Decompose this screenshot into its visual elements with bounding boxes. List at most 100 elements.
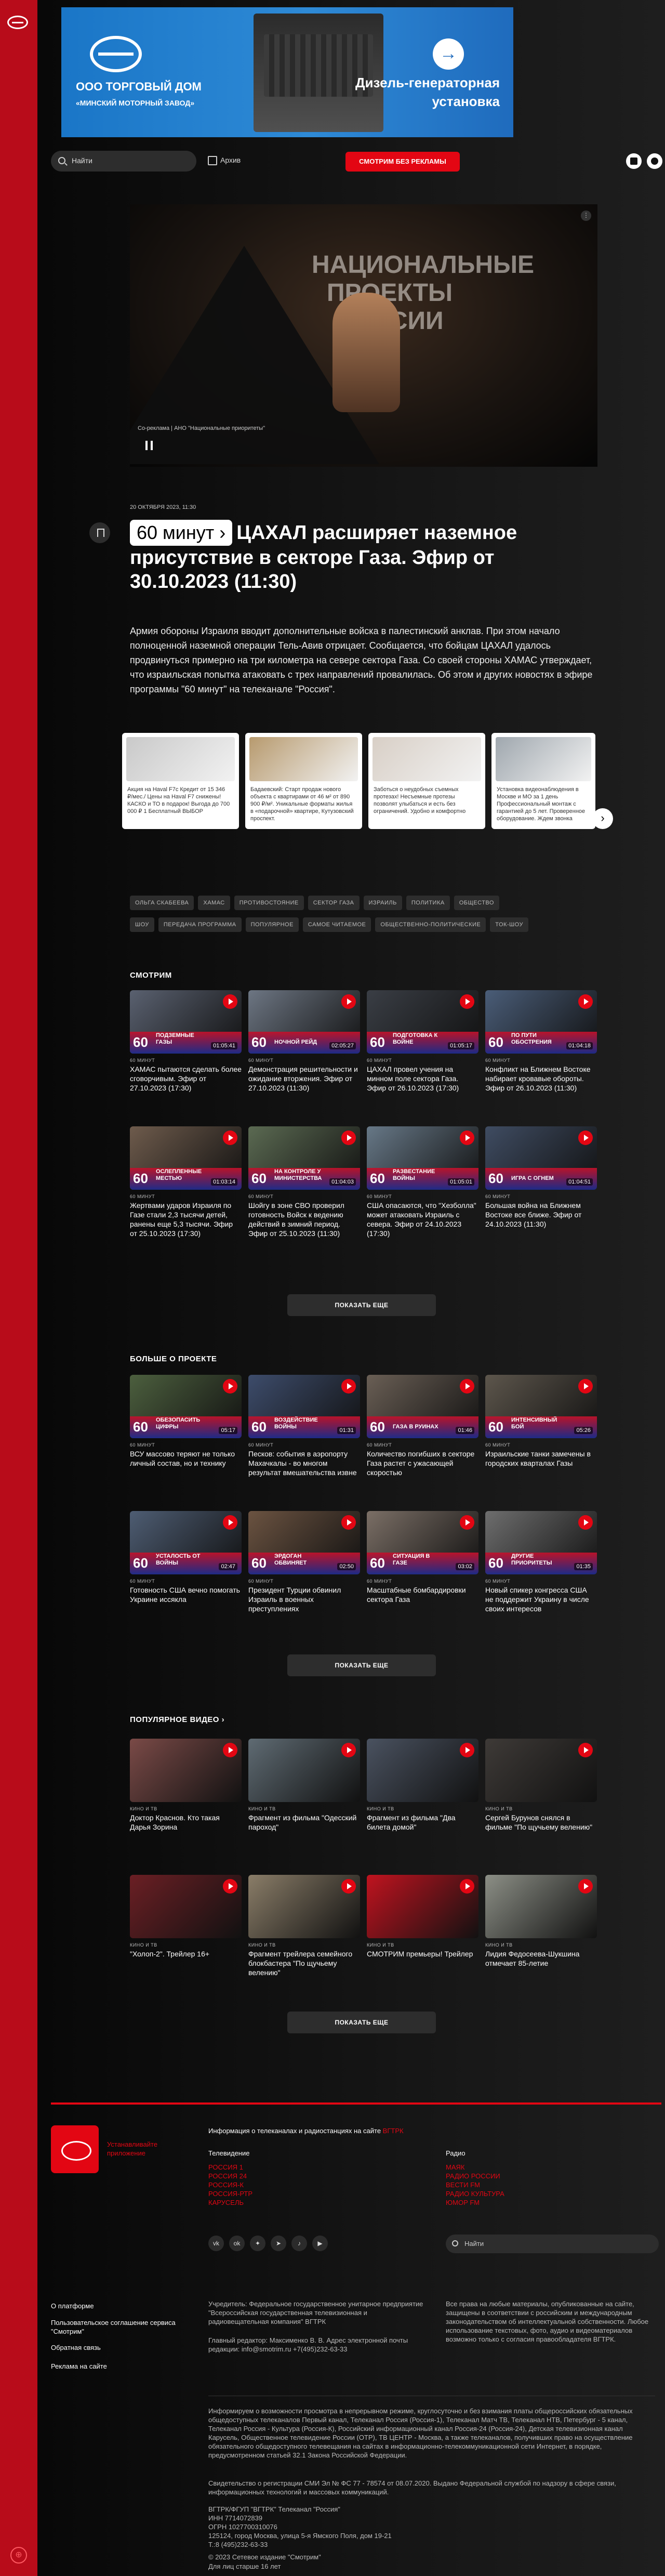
play-icon[interactable] [578, 1379, 593, 1394]
section-title-popular[interactable]: ПОПУЛЯРНОЕ ВИДЕО › [130, 1715, 224, 1724]
play-icon[interactable] [223, 1515, 237, 1530]
archive-link[interactable]: Архив [208, 156, 241, 165]
video-thumbnail[interactable] [485, 1739, 597, 1802]
search-input[interactable]: Найти [51, 151, 196, 172]
video-thumbnail[interactable]: 60 ИГРА С ОГНЕМ 01:04:51 [485, 1126, 597, 1190]
video-card[interactable]: КИНО И ТВ СМОТРИМ премьеры! Трейлер [367, 1875, 478, 1959]
ad-card[interactable]: Установка видеонаблюдения в Москве и МО … [491, 733, 595, 829]
play-icon[interactable] [341, 1515, 356, 1530]
video-card[interactable]: КИНО И ТВ Доктор Краснов. Кто такая Дарья… [130, 1739, 242, 1832]
play-icon[interactable] [460, 1743, 474, 1757]
ad-banner[interactable]: ООО ТОРГОВЫЙ ДОМ «МИНСКИЙ МОТОРНЫЙ ЗАВОД… [61, 7, 513, 137]
footer-nav-link[interactable]: Пользовательское соглашение сервиса "Смо… [51, 2318, 176, 2336]
video-thumbnail[interactable]: 60 РАЗВЕСТАНИЕ ВОЙНЫ 01:05:01 [367, 1126, 478, 1190]
program-badge[interactable]: 60 минут › [130, 520, 233, 546]
tag[interactable]: САМОЕ ЧИТАЕМОЕ [302, 917, 371, 932]
tv-link[interactable]: КАРУСЕЛЬ [208, 2198, 312, 2207]
video-title[interactable]: Большая война на Ближнем Востоке все бли… [485, 1201, 597, 1229]
video-title[interactable]: Фрагмент из фильма "Два билета домой" [367, 1813, 478, 1832]
dzen-icon[interactable]: ✦ [250, 2236, 265, 2251]
video-card[interactable]: 60 РАЗВЕСТАНИЕ ВОЙНЫ 01:05:01 60 МИНУТ США о… [367, 1126, 478, 1238]
play-icon[interactable] [223, 1131, 237, 1145]
video-thumbnail[interactable] [248, 1875, 360, 1938]
video-thumbnail[interactable]: 60 УСТАЛОСТЬ ОТ ВОЙНЫ 02:47 [130, 1511, 242, 1574]
video-card[interactable]: КИНО И ТВ "Холоп-2". Трейлер 16+ [130, 1875, 242, 1959]
video-title[interactable]: Жертвами ударов Израиля по Газе стали 2,… [130, 1201, 242, 1238]
video-thumbnail[interactable]: 60 ПО ПУТИ ОБОСТРЕНИЯ 01:04:18 [485, 990, 597, 1054]
video-title[interactable]: Сергей Бурунов снялся в фильме "По щучье… [485, 1813, 597, 1832]
telegram-icon[interactable]: ➤ [271, 2236, 286, 2251]
ad-card[interactable]: Акция на Haval F7с Кредит от 15 346 ₽/ме… [122, 733, 239, 829]
bookmarks-button[interactable] [626, 153, 642, 169]
video-card[interactable]: 60 НА КОНТРОЛЕ У МИНИСТЕРСТВА 01:04:03 60 М… [248, 1126, 360, 1238]
carousel-next-icon[interactable]: › [592, 808, 613, 829]
video-title[interactable]: США опасаются, что "Хезболла" может атак… [367, 1201, 478, 1238]
video-title[interactable]: Лидия Федосеева-Шукшина отмечает 85-лети… [485, 1949, 597, 1968]
video-card[interactable]: КИНО И ТВ Лидия Федосеева-Шукшина отмечае… [485, 1875, 597, 1968]
video-card[interactable]: 60 ГАЗА В РУИНАХ 01:46 60 МИНУТ Количество п… [367, 1375, 478, 1477]
play-icon[interactable] [223, 994, 237, 1009]
tag[interactable]: ПОЛИТИКА [406, 896, 450, 910]
footer-nav-link[interactable]: Реклама на сайте [51, 2360, 176, 2373]
video-card[interactable]: 60 ИНТЕНСИВНЫЙ БОЙ 05:26 60 МИНУТ Израильски… [485, 1375, 597, 1468]
tv-link[interactable]: РОССИЯ-К [208, 2180, 312, 2189]
play-icon[interactable] [223, 1743, 237, 1757]
video-card[interactable]: 60 НОЧНОЙ РЕЙД 02:05:27 60 МИНУТ Демонстраци… [248, 990, 360, 1093]
play-icon[interactable] [578, 1515, 593, 1530]
show-more-button[interactable]: ПОКАЗАТЬ ЕЩЕ [287, 2012, 436, 2033]
video-thumbnail[interactable]: 60 ЭРДОГАН ОБВИНЯЕТ 02:50 [248, 1511, 360, 1574]
video-player[interactable]: НАЦИОНАЛЬНЫЕ ПРОЕКТЫ РОССИИ ⋮ Со-реклама… [130, 204, 597, 467]
video-card[interactable]: КИНО И ТВ Фрагмент из фильма "Одесский па… [248, 1739, 360, 1832]
app-promo[interactable]: Устанавливайте приложение [107, 2140, 185, 2158]
video-thumbnail[interactable]: 60 ОСЛЕПЛЕННЫЕ МЕСТЬЮ 01:03:14 [130, 1126, 242, 1190]
video-title[interactable]: Шойгу в зоне СВО проверил готовность Вой… [248, 1201, 360, 1238]
video-title[interactable]: ЦАХАЛ провел учения на минном поле секто… [367, 1064, 478, 1093]
tag[interactable]: ПРОТИВОСТОЯНИЕ [234, 896, 304, 910]
show-more-button[interactable]: ПОКАЗАТЬ ЕЩЕ [287, 1294, 436, 1316]
tag[interactable]: ОБЩЕСТВЕННО-ПОЛИТИЧЕСКИЕ [375, 917, 486, 932]
video-title[interactable]: Демонстрация решительности и ожидание вт… [248, 1064, 360, 1093]
video-card[interactable]: 60 ДРУГИЕ ПРИОРИТЕТЫ 01:35 60 МИНУТ Новый сп… [485, 1511, 597, 1613]
tag[interactable]: ОЛЬГА СКАБЕЕВА [130, 896, 194, 910]
video-thumbnail[interactable] [248, 1739, 360, 1802]
tag[interactable]: ИЗРАИЛЬ [363, 896, 402, 910]
video-title[interactable]: Новый спикер конгресса США не поддержит … [485, 1585, 597, 1613]
play-icon[interactable] [341, 1379, 356, 1394]
video-title[interactable]: Фрагмент из фильма "Одесский пароход" [248, 1813, 360, 1832]
play-icon[interactable] [341, 1743, 356, 1757]
footer-search-input[interactable]: Найти [446, 2235, 659, 2253]
youtube-icon[interactable]: ▶ [312, 2236, 328, 2251]
video-title[interactable]: Количество погибших в секторе Газа расте… [367, 1449, 478, 1477]
tag[interactable]: СЕКТОР ГАЗА [308, 896, 360, 910]
footer-nav-link[interactable]: Обратная связь [51, 2341, 176, 2355]
video-thumbnail[interactable]: 60 ГАЗА В РУИНАХ 01:46 [367, 1375, 478, 1438]
tv-link[interactable]: РОССИЯ 24 [208, 2172, 312, 2180]
video-card[interactable]: 60 ПО ПУТИ ОБОСТРЕНИЯ 01:04:18 60 МИНУТ Конф… [485, 990, 597, 1093]
video-thumbnail[interactable]: 60 ПОДГОТОВКА К ВОЙНЕ 01:05:17 [367, 990, 478, 1054]
pause-icon[interactable] [145, 441, 153, 450]
video-card[interactable]: 60 УСТАЛОСТЬ ОТ ВОЙНЫ 02:47 60 МИНУТ Готовно… [130, 1511, 242, 1604]
more-icon[interactable]: ⋮ [581, 211, 591, 221]
tag[interactable]: ПЕРЕДАЧА ПРОГРАММА [158, 917, 242, 932]
video-title[interactable]: Готовность США вечно помогать Украине ис… [130, 1585, 242, 1604]
bookmark-button[interactable] [89, 522, 110, 543]
ad-card[interactable]: Заботься о неудобных съемных протезах! Н… [368, 733, 485, 829]
video-card[interactable]: 60 ОСЛЕПЛЕННЫЕ МЕСТЬЮ 01:03:14 60 МИНУТ Жерт… [130, 1126, 242, 1238]
ok-icon[interactable]: ok [229, 2236, 245, 2251]
radio-link[interactable]: РАДИО КУЛЬТУРА [446, 2189, 550, 2198]
play-icon[interactable] [578, 1879, 593, 1894]
tag[interactable]: ПОПУЛЯРНОЕ [245, 917, 299, 932]
video-thumbnail[interactable]: 60 ПОДЗЕМНЫЕ ГАЗЫ 01:05:41 [130, 990, 242, 1054]
show-more-button[interactable]: ПОКАЗАТЬ ЕЩЕ [287, 1654, 436, 1676]
play-icon[interactable] [341, 994, 356, 1009]
smotrim-logo-icon[interactable] [7, 16, 28, 29]
video-title[interactable]: Песков: события в аэропорту Махачкалы - … [248, 1449, 360, 1477]
video-title[interactable]: ХАМАС пытаются сделать более сговорчивым… [130, 1064, 242, 1093]
video-card[interactable]: 60 СИТУАЦИЯ В ГАЗЕ 03:02 60 МИНУТ Масштабные… [367, 1511, 478, 1604]
radio-link[interactable]: ВЕСТИ FM [446, 2180, 550, 2189]
tv-link[interactable]: РОССИЯ 1 [208, 2163, 312, 2172]
play-icon[interactable] [341, 1131, 356, 1145]
tag[interactable]: ХАМАС [198, 896, 230, 910]
video-thumbnail[interactable]: 60 НА КОНТРОЛЕ У МИНИСТЕРСТВА 01:04:03 [248, 1126, 360, 1190]
video-title[interactable]: Масштабные бомбардировки сектора Газа [367, 1585, 478, 1604]
